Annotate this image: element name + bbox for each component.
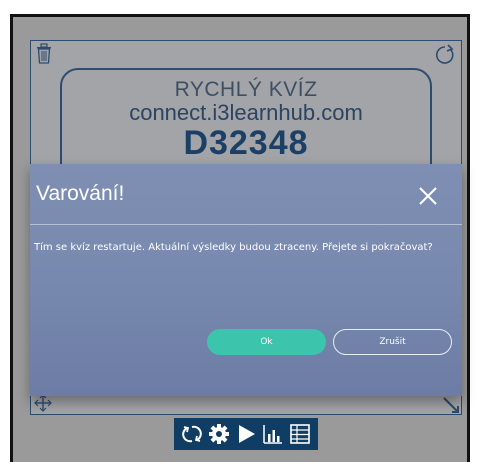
play-icon[interactable] xyxy=(234,422,258,446)
quiz-toolbar xyxy=(174,418,318,450)
cancel-button[interactable]: Zrušit xyxy=(333,329,452,355)
move-icon[interactable] xyxy=(34,394,52,412)
resize-icon[interactable] xyxy=(442,396,460,414)
table-icon[interactable] xyxy=(288,422,312,446)
quiz-title: RYCHLÝ KVÍZ xyxy=(174,78,318,101)
refresh-icon[interactable] xyxy=(180,422,204,446)
trash-icon[interactable] xyxy=(34,43,54,65)
warning-dialog: Varování! Tím se kvíz restartuje. Aktuál… xyxy=(30,164,462,396)
bar-chart-icon[interactable] xyxy=(261,422,285,446)
gear-icon[interactable] xyxy=(207,422,231,446)
quiz-url: connect.i3learnhub.com xyxy=(129,100,363,125)
dialog-title: Varování! xyxy=(36,182,125,205)
quiz-code: D32348 xyxy=(183,124,309,162)
ok-button[interactable]: Ok xyxy=(207,329,326,355)
dialog-divider xyxy=(30,224,462,225)
close-icon[interactable] xyxy=(416,184,440,208)
restart-icon[interactable] xyxy=(434,44,456,66)
dialog-message: Tím se kvíz restartuje. Aktuální výsledk… xyxy=(34,242,433,253)
